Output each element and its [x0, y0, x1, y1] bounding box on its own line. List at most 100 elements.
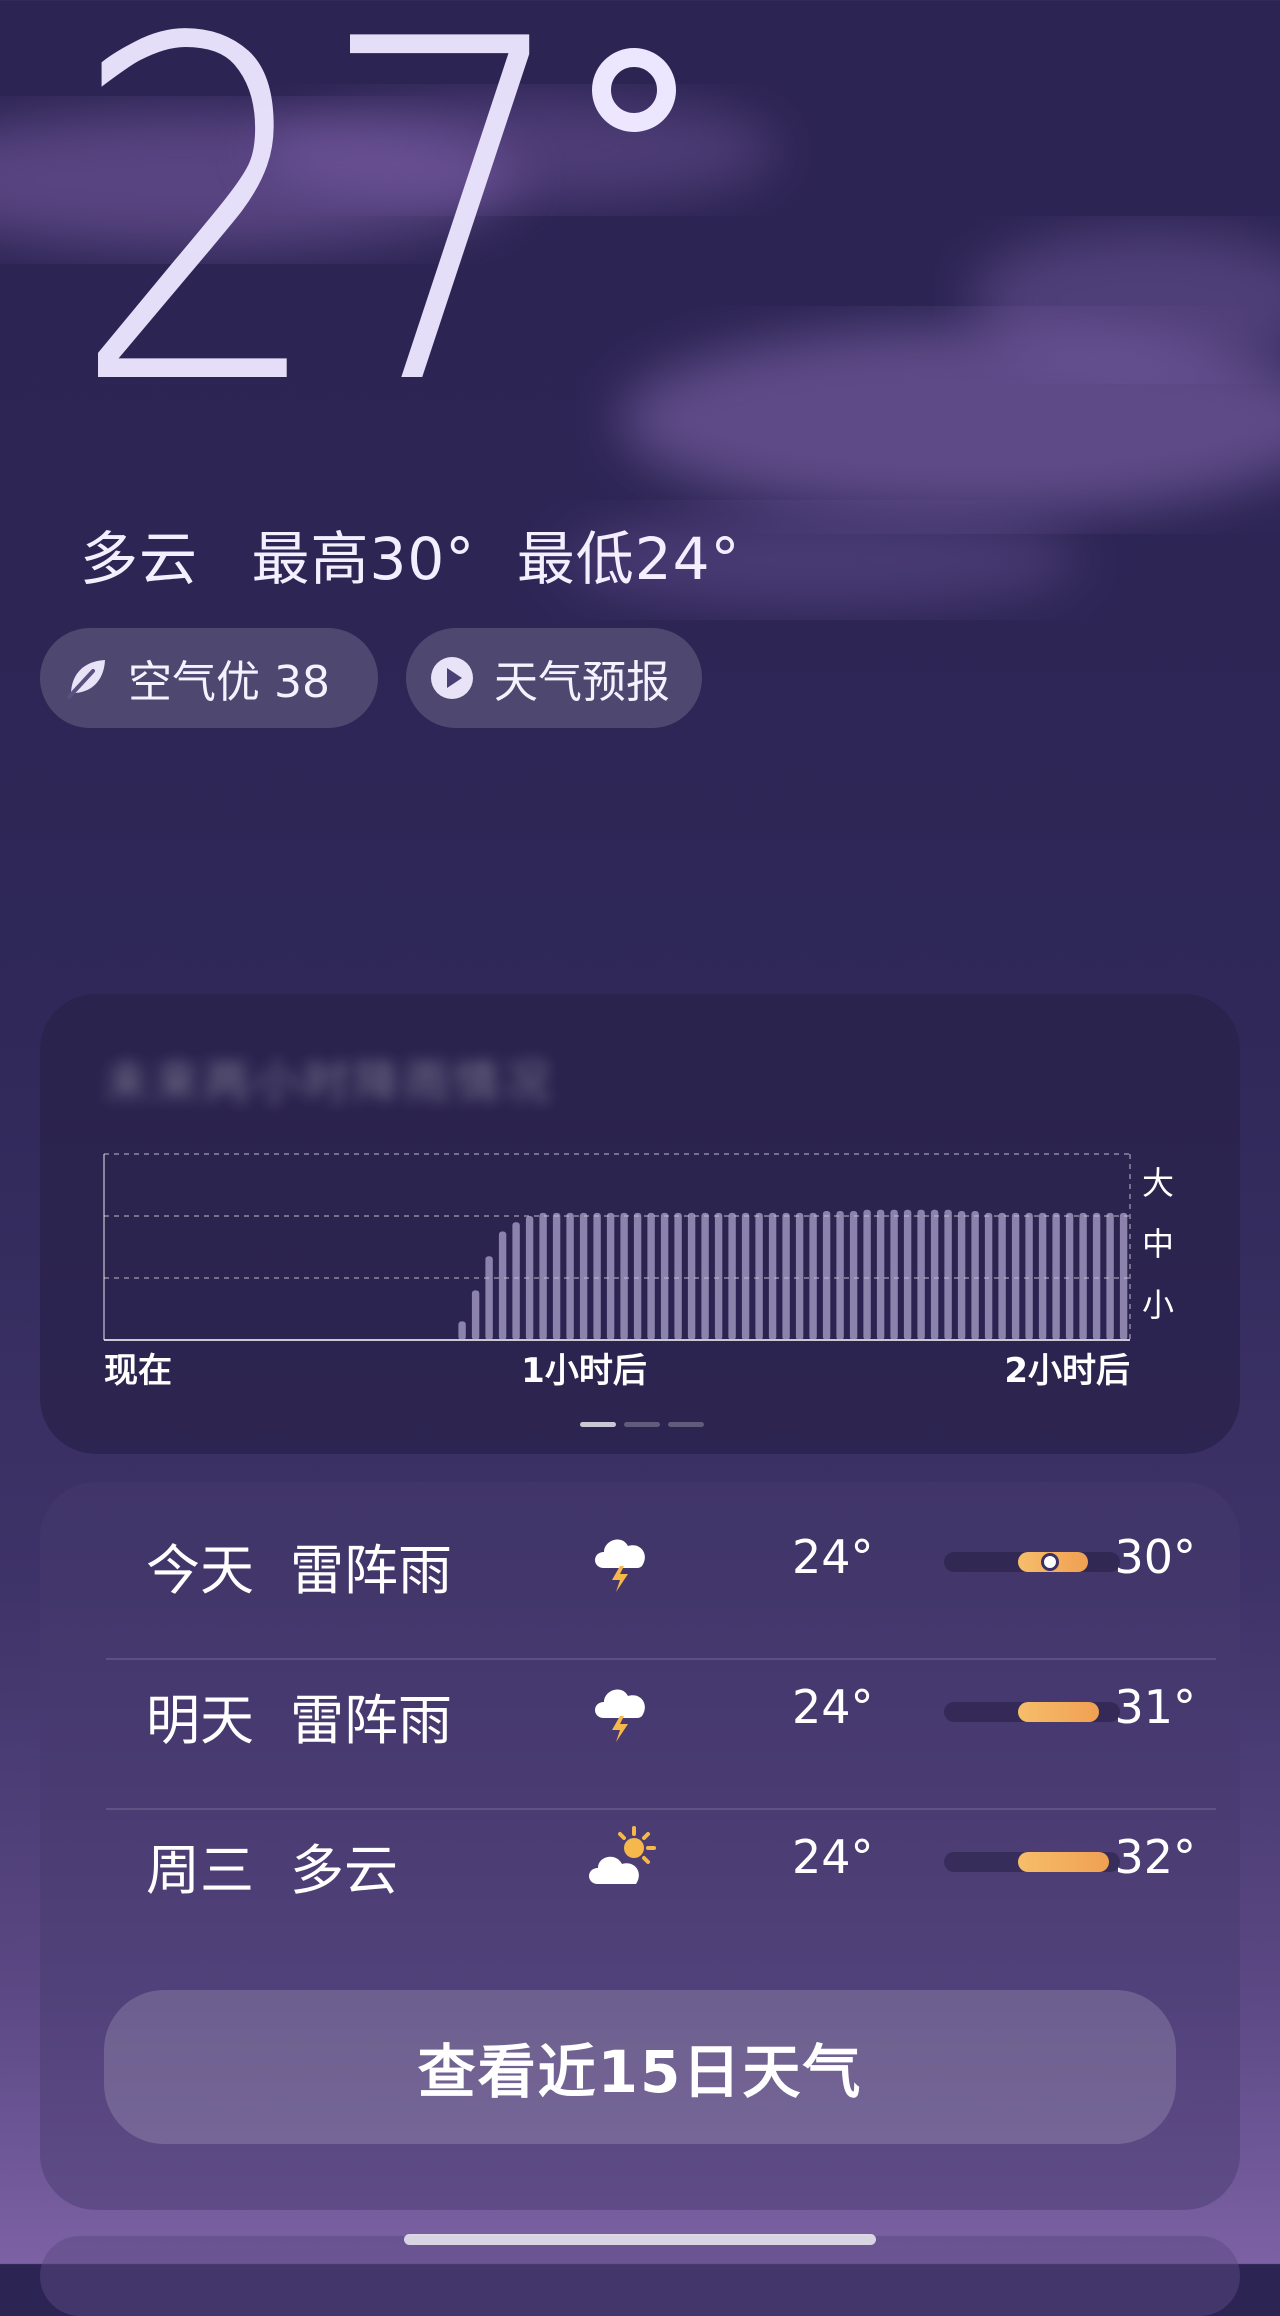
- air-quality-label: 空气优 38: [128, 657, 330, 708]
- rain-bar: [863, 1209, 871, 1340]
- day-condition: 雷阵雨: [290, 1689, 452, 1752]
- rain-bar: [1106, 1212, 1114, 1340]
- day-condition: 雷阵雨: [290, 1539, 452, 1602]
- weather-summary: 多云 最高30° 最低24°: [80, 512, 775, 596]
- rain-bar: [1052, 1212, 1060, 1340]
- high-temp: 30°: [1114, 1530, 1196, 1584]
- page-dot[interactable]: [580, 1422, 616, 1427]
- rain-bar: [822, 1211, 831, 1340]
- rain-bar: [498, 1231, 507, 1340]
- thunderstorm-icon: [595, 1539, 645, 1592]
- rain-bar: [458, 1321, 466, 1340]
- high-temp: 32°: [1114, 1830, 1196, 1884]
- day-name: 今天: [146, 1539, 254, 1602]
- temp-range-fill: [1017, 1852, 1110, 1872]
- rain-bar: [876, 1209, 885, 1340]
- rain-bar: [1025, 1212, 1033, 1340]
- rain-bar: [903, 1209, 912, 1340]
- current-temperature: 27: [70, 0, 574, 488]
- rain-bar: [687, 1212, 696, 1340]
- level-label-small: 小: [1142, 1286, 1174, 1324]
- forecast-label: 天气预报: [494, 657, 670, 708]
- time-label-1h: 1小时后: [521, 1351, 647, 1391]
- rain-bar: [998, 1212, 1006, 1340]
- level-label-medium: 中: [1142, 1225, 1174, 1263]
- rain-bar: [674, 1212, 682, 1340]
- daily-row-tomorrow[interactable]: 明天 雷阵雨 24° 31°: [106, 1632, 1216, 1782]
- high-temp: 31°: [1114, 1680, 1196, 1734]
- rain-bar: [917, 1209, 925, 1340]
- rain-bar: [633, 1212, 642, 1340]
- partly-cloudy-icon: [589, 1826, 656, 1884]
- rain-bar: [755, 1212, 763, 1340]
- low-temp: 24°: [792, 1830, 874, 1884]
- current-condition: 多云: [80, 525, 199, 593]
- rain-bar: [1038, 1212, 1047, 1340]
- weather-forecast-chip[interactable]: 天气预报: [406, 628, 702, 728]
- rain-bar: [647, 1212, 655, 1340]
- rain-bar: [512, 1222, 520, 1340]
- rain-bar: [1119, 1212, 1128, 1340]
- rain-bar: [768, 1212, 777, 1340]
- rain-bar: [741, 1212, 750, 1340]
- thunderstorm-icon: [595, 1689, 645, 1742]
- rain-bar: [552, 1212, 561, 1340]
- day-name: 明天: [146, 1689, 254, 1752]
- rain-bar: [849, 1211, 858, 1340]
- high-temperature: 最高30°: [251, 525, 476, 593]
- rain-bar: [728, 1212, 736, 1340]
- temp-range-bar: [944, 1702, 1120, 1722]
- page-dot[interactable]: [624, 1422, 660, 1427]
- rain-bar: [809, 1212, 817, 1340]
- rain-bar: [660, 1212, 669, 1340]
- rain-bar: [593, 1212, 601, 1340]
- rain-bar: [566, 1212, 574, 1340]
- current-temp-marker: [1040, 1553, 1059, 1571]
- rain-bar: [620, 1212, 628, 1340]
- day-name: 周三: [146, 1839, 254, 1902]
- rain-bar: [701, 1212, 709, 1340]
- play-icon: [428, 654, 476, 702]
- temp-range-bar: [944, 1852, 1120, 1872]
- rain-bar: [714, 1212, 723, 1340]
- rain-bar: [1079, 1212, 1087, 1340]
- view-15-day-button[interactable]: 查看近15日天气: [104, 1990, 1176, 2144]
- daily-row-wednesday[interactable]: 周三 多云 24° 32°: [106, 1782, 1216, 1932]
- low-temp: 24°: [792, 1680, 874, 1734]
- rain-bars: [458, 1209, 1128, 1340]
- air-quality-chip[interactable]: 空气优 38: [40, 628, 378, 728]
- time-label-now: 现在: [104, 1351, 172, 1391]
- rain-bar: [606, 1212, 615, 1340]
- rain-bar: [539, 1212, 547, 1340]
- page-dot[interactable]: [668, 1422, 704, 1427]
- low-temp: 24°: [792, 1530, 874, 1584]
- temp-range-bar: [944, 1552, 1120, 1572]
- rain-bar: [890, 1209, 898, 1340]
- day-condition: 多云: [290, 1839, 398, 1902]
- rain-bar: [836, 1211, 844, 1340]
- rain-bar: [471, 1290, 480, 1340]
- rain-bar: [579, 1212, 588, 1340]
- rain-bar: [971, 1211, 979, 1340]
- next-card: [40, 2236, 1240, 2316]
- rain-chart: 大 中 小 现在 1小时后 2小时后: [103, 1153, 1174, 1391]
- degree-symbol: [592, 48, 676, 132]
- page-indicator[interactable]: [580, 1422, 704, 1427]
- rain-bar: [957, 1211, 966, 1340]
- daily-forecast-card: 今天 雷阵雨 24° 30° 明天 雷阵雨 24° 31° 周三 多云 24° …: [40, 1482, 1240, 2210]
- temp-range-fill: [1017, 1702, 1099, 1722]
- home-indicator[interactable]: [404, 2234, 876, 2245]
- level-label-large: 大: [1142, 1164, 1174, 1202]
- leaf-icon: [62, 654, 110, 702]
- rain-bar: [525, 1216, 534, 1340]
- rain-bar: [944, 1209, 952, 1340]
- rain-bar: [930, 1209, 939, 1340]
- time-label-2h: 2小时后: [1004, 1351, 1130, 1391]
- rain-forecast-card[interactable]: 未来两小时降雨情况 大 中 小 现在 1小时后 2小时后: [40, 994, 1240, 1454]
- daily-row-today[interactable]: 今天 雷阵雨 24° 30°: [106, 1482, 1216, 1632]
- rain-bar: [1065, 1212, 1074, 1340]
- low-temperature: 最低24°: [516, 525, 741, 593]
- rain-bar: [795, 1212, 804, 1340]
- rain-bar: [782, 1212, 790, 1340]
- rain-bar: [1011, 1212, 1020, 1340]
